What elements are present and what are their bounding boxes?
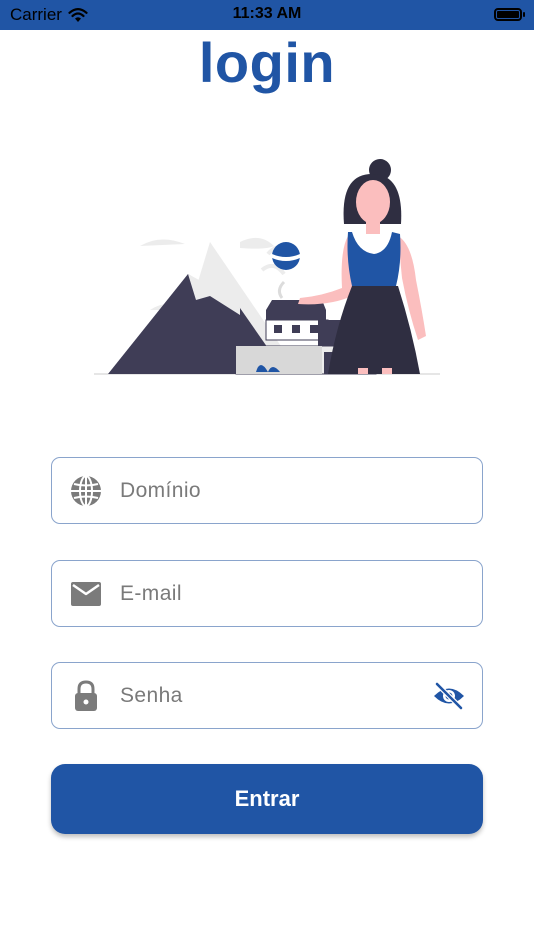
status-bar: Carrier 11:33 AM (0, 0, 534, 30)
password-field[interactable]: Senha (51, 662, 483, 729)
woman-house-mountain-illustration (94, 159, 440, 375)
email-placeholder: E-mail (120, 581, 182, 605)
submit-button[interactable]: Entrar (51, 764, 483, 834)
password-placeholder: Senha (120, 683, 183, 707)
clock: 11:33 AM (232, 5, 302, 22)
battery-icon (494, 8, 525, 21)
globe-icon (68, 473, 104, 509)
domain-field[interactable]: Domínio (51, 457, 483, 524)
email-field[interactable]: E-mail (51, 560, 483, 627)
page-title: login (198, 31, 336, 94)
eye-off-icon[interactable] (432, 679, 466, 713)
lock-icon (68, 678, 104, 714)
mail-icon (68, 576, 104, 612)
domain-placeholder: Domínio (120, 478, 201, 502)
